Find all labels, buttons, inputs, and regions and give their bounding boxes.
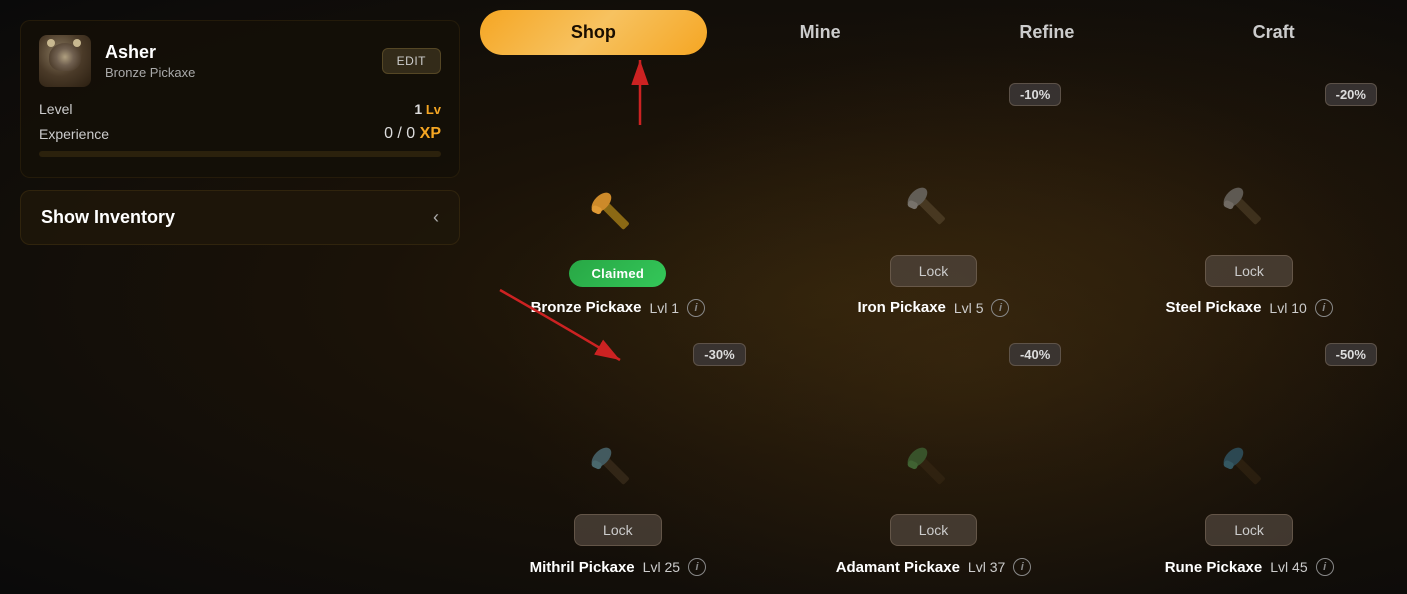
adamant-pickaxe-icon	[906, 446, 961, 501]
current-pickaxe-label: Bronze Pickaxe	[105, 65, 382, 80]
rune-pickaxe-image	[1214, 438, 1284, 508]
avatar	[39, 35, 91, 87]
mithril-pickaxe-info: Mithril Pickaxe Lvl 25 i	[530, 558, 706, 576]
tab-refine[interactable]: Refine	[934, 10, 1161, 55]
shop-item-iron-pickaxe: -10% Lock Iron Pickaxe Lvl 5 i	[776, 75, 1092, 335]
bronze-pickaxe-icon	[590, 191, 645, 246]
bronze-pickaxe-level: Lvl 1	[649, 300, 679, 316]
steel-pickaxe-info: Steel Pickaxe Lvl 10 i	[1166, 299, 1333, 317]
edit-button[interactable]: EDIT	[382, 48, 441, 74]
steel-pickaxe-discount: -20%	[1325, 83, 1377, 106]
shop-item-adamant-pickaxe: -40% Lock Adamant Pickaxe Lvl 37 i	[776, 335, 1092, 594]
adamant-pickaxe-image	[898, 438, 968, 508]
steel-pickaxe-icon	[1222, 186, 1277, 241]
mithril-pickaxe-discount: -30%	[693, 343, 745, 366]
level-label: Level	[39, 101, 72, 117]
profile-info: Asher Bronze Pickaxe	[105, 42, 382, 80]
level-row: Level 1 Lv	[39, 101, 441, 117]
iron-pickaxe-name: Iron Pickaxe	[858, 299, 946, 316]
shop-grid: Claimed Bronze Pickaxe Lvl 1 i -10% Lock…	[460, 75, 1407, 594]
left-panel: Asher Bronze Pickaxe EDIT Level 1 Lv Exp…	[20, 20, 460, 245]
tab-mine[interactable]: Mine	[707, 10, 934, 55]
rune-pickaxe-icon	[1222, 446, 1277, 501]
profile-card: Asher Bronze Pickaxe EDIT Level 1 Lv Exp…	[20, 20, 460, 178]
tab-shop[interactable]: Shop	[480, 10, 707, 55]
tab-craft[interactable]: Craft	[1160, 10, 1387, 55]
bronze-pickaxe-image	[583, 184, 653, 254]
bronze-pickaxe-info: Bronze Pickaxe Lvl 1 i	[531, 299, 705, 317]
adamant-pickaxe-lock-button[interactable]: Lock	[890, 514, 978, 546]
rune-pickaxe-lock-button[interactable]: Lock	[1205, 514, 1293, 546]
iron-pickaxe-image	[898, 179, 968, 249]
adamant-pickaxe-name: Adamant Pickaxe	[836, 559, 960, 576]
rune-pickaxe-discount: -50%	[1325, 343, 1377, 366]
claimed-button: Claimed	[569, 260, 666, 287]
rune-pickaxe-info: Rune Pickaxe Lvl 45 i	[1165, 558, 1334, 576]
adamant-pickaxe-level: Lvl 37	[968, 559, 1005, 575]
steel-pickaxe-info-icon[interactable]: i	[1315, 299, 1333, 317]
shop-item-rune-pickaxe: -50% Lock Rune Pickaxe Lvl 45 i	[1091, 335, 1407, 594]
bronze-pickaxe-name: Bronze Pickaxe	[531, 299, 642, 316]
xp-value: 0 / 0 XP	[384, 125, 441, 143]
adamant-pickaxe-info-icon[interactable]: i	[1013, 558, 1031, 576]
iron-pickaxe-level: Lvl 5	[954, 300, 984, 316]
username: Asher	[105, 42, 382, 63]
rune-pickaxe-level: Lvl 45	[1270, 559, 1307, 575]
inventory-toggle-label: Show Inventory	[41, 207, 175, 228]
inventory-toggle[interactable]: Show Inventory ‹	[20, 190, 460, 245]
iron-pickaxe-discount: -10%	[1009, 83, 1061, 106]
mithril-pickaxe-info-icon[interactable]: i	[688, 558, 706, 576]
profile-top: Asher Bronze Pickaxe EDIT	[39, 35, 441, 87]
level-value: 1 Lv	[414, 101, 441, 117]
rune-pickaxe-name: Rune Pickaxe	[1165, 559, 1263, 576]
experience-bar-container	[39, 151, 441, 157]
mithril-pickaxe-lock-button[interactable]: Lock	[574, 514, 662, 546]
iron-pickaxe-info-icon[interactable]: i	[991, 299, 1009, 317]
shop-item-steel-pickaxe: -20% Lock Steel Pickaxe Lvl 10 i	[1091, 75, 1407, 335]
experience-label: Experience	[39, 126, 109, 142]
shop-item-bronze-pickaxe: Claimed Bronze Pickaxe Lvl 1 i	[460, 75, 776, 335]
steel-pickaxe-image	[1214, 179, 1284, 249]
mithril-pickaxe-level: Lvl 25	[643, 559, 680, 575]
adamant-pickaxe-discount: -40%	[1009, 343, 1061, 366]
iron-pickaxe-icon	[906, 186, 961, 241]
steel-pickaxe-lock-button[interactable]: Lock	[1205, 255, 1293, 287]
iron-pickaxe-info: Iron Pickaxe Lvl 5 i	[858, 299, 1010, 317]
experience-row: Experience 0 / 0 XP	[39, 125, 441, 143]
rune-pickaxe-info-icon[interactable]: i	[1316, 558, 1334, 576]
chevron-icon: ‹	[433, 207, 439, 228]
shop-item-mithril-pickaxe: -30% Lock Mithril Pickaxe Lvl 25 i	[460, 335, 776, 594]
mithril-pickaxe-name: Mithril Pickaxe	[530, 559, 635, 576]
bronze-pickaxe-info-icon[interactable]: i	[687, 299, 705, 317]
nav-tabs: Shop Mine Refine Craft	[460, 10, 1407, 55]
mithril-pickaxe-icon	[590, 446, 645, 501]
adamant-pickaxe-info: Adamant Pickaxe Lvl 37 i	[836, 558, 1032, 576]
mithril-pickaxe-image	[583, 438, 653, 508]
iron-pickaxe-lock-button[interactable]: Lock	[890, 255, 978, 287]
steel-pickaxe-level: Lvl 10	[1269, 300, 1306, 316]
steel-pickaxe-name: Steel Pickaxe	[1166, 299, 1262, 316]
